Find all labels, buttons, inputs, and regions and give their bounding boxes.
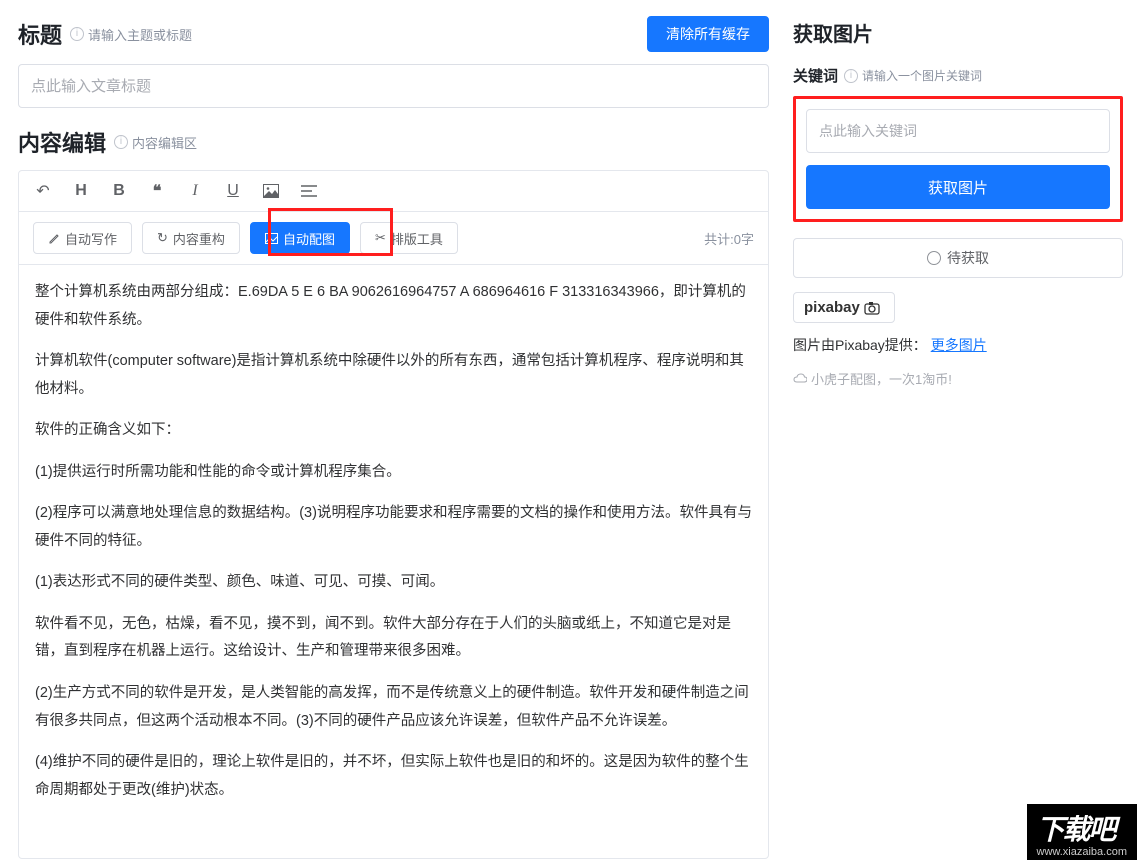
more-images-link[interactable]: 更多图片 — [931, 337, 987, 353]
keyword-hint: i 请输入一个图片关键词 — [844, 67, 982, 84]
layout-tool-button[interactable]: ✂ 排版工具 — [360, 222, 458, 254]
editor-label: 内容编辑 — [18, 126, 106, 158]
editor-header: 内容编辑 i 内容编辑区 — [18, 126, 769, 158]
camera-icon — [864, 301, 884, 315]
underline-icon[interactable]: U — [223, 182, 243, 200]
auto-image-button[interactable]: 自动配图 — [250, 222, 350, 254]
info-icon: i — [844, 69, 858, 83]
watermark: 下载吧 www.xiazaiba.com — [1027, 804, 1137, 860]
quote-icon[interactable]: ❝ — [147, 181, 167, 201]
auto-write-button[interactable]: 自动写作 — [33, 222, 132, 254]
sidebar-title: 获取图片 — [793, 18, 1123, 47]
paragraph: (1)提供运行时所需功能和性能的命令或计算机程序集合。 — [35, 459, 752, 487]
keyword-label-row: 关键词 i 请输入一个图片关键词 — [793, 65, 1123, 86]
pending-button[interactable]: 待获取 — [793, 238, 1123, 278]
info-icon: i — [70, 27, 84, 41]
keyword-label: 关键词 — [793, 65, 838, 86]
refresh-icon: ↻ — [157, 230, 168, 246]
action-toolbar: 自动写作 ↻ 内容重构 自动配图 ✂ 排版工具 共计:0字 — [19, 212, 768, 265]
keyword-highlight-box: 获取图片 — [793, 96, 1123, 222]
paragraph: (1)表达形式不同的硬件类型、颜色、味道、可见、可摸、可闻。 — [35, 569, 752, 597]
format-toolbar: ↶ H B ❝ I U — [19, 171, 768, 212]
article-title-input[interactable] — [18, 64, 769, 108]
fetch-image-button[interactable]: 获取图片 — [806, 165, 1110, 209]
italic-icon[interactable]: I — [185, 182, 205, 200]
info-icon: i — [114, 135, 128, 149]
paragraph: 整个计算机系统由两部分组成：E.69DA 5 E 6 BA 9062616964… — [35, 279, 752, 334]
clear-cache-button[interactable]: 清除所有缓存 — [647, 16, 769, 52]
editor-box: ↶ H B ❝ I U 自动写作 ↻ — [18, 170, 769, 859]
paragraph: 计算机软件(computer software)是指计算机系统中除硬件以外的所有… — [35, 348, 752, 403]
bold-icon[interactable]: B — [109, 182, 129, 200]
paragraph: 软件的正确含义如下： — [35, 417, 752, 445]
heading-icon[interactable]: H — [71, 182, 91, 200]
title-label: 标题 — [18, 18, 62, 50]
keyword-input[interactable] — [806, 109, 1110, 153]
paragraph: (4)维护不同的硬件是旧的，理论上软件是旧的，并不坏，但实际上软件也是旧的和坏的… — [35, 749, 752, 804]
editor-content[interactable]: 整个计算机系统由两部分组成：E.69DA 5 E 6 BA 9062616964… — [19, 265, 768, 858]
restructure-button[interactable]: ↻ 内容重构 — [142, 222, 240, 254]
word-count: 共计:0字 — [704, 229, 754, 248]
paragraph: 软件看不见，无色，枯燥，看不见，摸不到，闻不到。软件大部分存在于人们的头脑或纸上… — [35, 611, 752, 666]
paragraph: (2)程序可以满意地处理信息的数据结构。(3)说明程序功能要求和程序需要的文档的… — [35, 500, 752, 555]
pixabay-badge: pixabay — [793, 292, 895, 323]
title-hint: i 请输入主题或标题 — [70, 25, 192, 44]
provided-by-row: 图片由Pixabay提供： 更多图片 — [793, 335, 1123, 355]
paragraph: (2)生产方式不同的软件是开发，是人类智能的高发挥，而不是传统意义上的硬件制造。… — [35, 680, 752, 735]
image-icon[interactable] — [261, 184, 281, 198]
undo-icon[interactable]: ↶ — [33, 181, 53, 201]
title-header: 标题 i 请输入主题或标题 清除所有缓存 — [18, 16, 769, 52]
tip-row: 小虎子配图，一次1淘币! — [793, 369, 1123, 388]
circle-icon — [927, 251, 941, 265]
editor-hint: i 内容编辑区 — [114, 133, 197, 152]
tool-icon: ✂ — [375, 230, 386, 246]
align-icon[interactable] — [299, 184, 319, 198]
cloud-icon — [793, 372, 807, 386]
